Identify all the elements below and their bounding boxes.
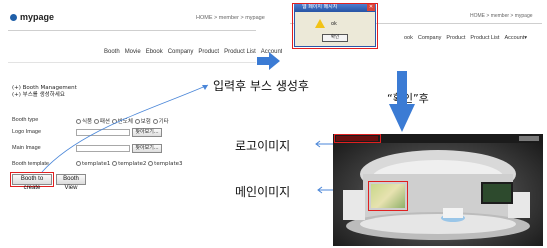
site-logo[interactable]: mypage (20, 12, 54, 22)
radio-semiconductor[interactable]: 반도체 (111, 119, 133, 125)
booth-template-radio-group: template1 template2 template3 (76, 161, 182, 167)
annotation-after-confirm: “확인”후 (387, 92, 429, 105)
radio-template3[interactable]: template3 (148, 161, 182, 167)
booth-structure (343, 150, 530, 240)
main-image-highlight (368, 181, 408, 211)
radio-template1[interactable]: template1 (76, 161, 110, 167)
mgmt-line-2: (+) 부스를 생성하세요 (12, 92, 65, 98)
left-screenshot: mypage HOME > member > mypage Booth Movie… (0, 0, 285, 195)
booth-template-label: Booth template (12, 161, 49, 167)
main-nav: Booth Movie Ebook Company Product Product Lis… (104, 48, 290, 55)
nav-divider (8, 62, 256, 63)
annotation-main-image: 메인이미지 (235, 185, 291, 199)
radio-template2[interactable]: template2 (112, 161, 146, 167)
nav-item-product-list[interactable]: Product List (224, 49, 256, 55)
header-divider (8, 30, 256, 31)
right-top-screenshot: mypage HOME > member > mypage ookCompany… (282, 1, 546, 63)
nav-item-product[interactable]: Product (198, 49, 219, 55)
radio-insurance[interactable]: 보험 (134, 119, 151, 125)
main-image-input[interactable] (76, 145, 130, 152)
breadcrumb: HOME > member > mypage (196, 15, 265, 21)
radio-food[interactable]: 식품 (76, 119, 92, 125)
dialog-highlight (292, 3, 378, 49)
radio-fashion[interactable]: 패션 (93, 119, 110, 125)
nav-item-movie[interactable]: Movie (125, 49, 141, 55)
logo-image-input[interactable] (76, 129, 130, 136)
nav-item-company[interactable]: Company (168, 49, 194, 55)
booth-type-label: Booth type (12, 117, 39, 123)
booth-type-radio-group: 식품 패션 반도체 보험 기타 (76, 117, 169, 125)
main-find-button[interactable]: 찾아보기... (132, 144, 162, 153)
booth-view-button[interactable]: Booth View (56, 174, 86, 191)
booth-3d-view (333, 134, 543, 246)
main-image-label: Main Image (12, 145, 41, 151)
breadcrumb: HOME > member > mypage (470, 13, 533, 19)
nav-item-account[interactable]: Account▾ (504, 35, 527, 41)
nav-item-booth[interactable]: Booth (104, 49, 120, 55)
nav-item-ebook[interactable]: ook (404, 35, 413, 41)
logo-find-button[interactable]: 찾아보기... (132, 128, 162, 137)
annotation-after-input: 입력후 부스 생성후 (213, 79, 309, 93)
main-nav: ook Company Product Product List Account▾ (404, 35, 532, 41)
nav-item-ebook[interactable]: Ebook (146, 49, 163, 55)
nav-item-company[interactable]: Company (418, 35, 442, 41)
booth-create-button[interactable]: Booth to create (12, 174, 52, 191)
nav-item-product-list[interactable]: Product List (470, 35, 499, 41)
logo-pointer-arrow-icon (315, 140, 333, 148)
mgmt-line-1[interactable]: (+) Booth Management (12, 85, 77, 92)
logo-icon (10, 14, 17, 21)
booth-management-heading: (+) Booth Management (+) 부스를 생성하세요 (12, 85, 77, 99)
logo-image-label: Logo Image (12, 129, 42, 135)
main-pointer-arrow-icon (317, 186, 333, 194)
radio-etc[interactable]: 기타 (152, 119, 169, 125)
nav-item-product[interactable]: Product (446, 35, 465, 41)
annotation-logo-image: 로고이미지 (235, 139, 291, 153)
